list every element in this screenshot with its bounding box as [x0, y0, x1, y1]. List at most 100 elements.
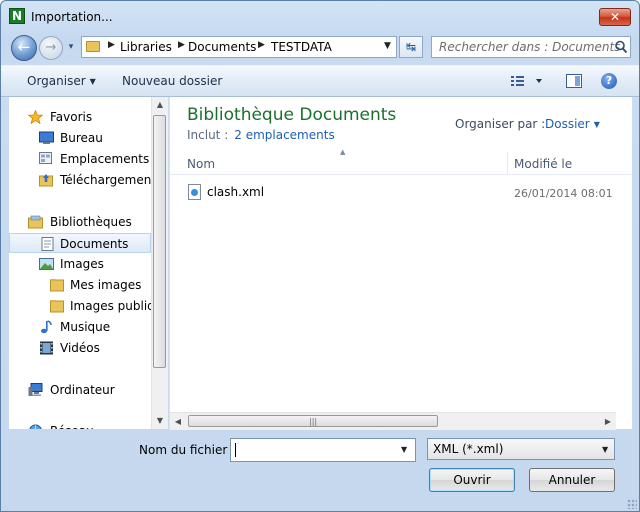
forward-button[interactable]: →: [39, 36, 63, 60]
scroll-right-arrow-icon[interactable]: ▶: [600, 413, 616, 430]
network-icon: [29, 424, 42, 429]
app-icon: N: [9, 8, 25, 24]
open-button[interactable]: Ouvrir: [429, 468, 515, 492]
chevron-down-icon[interactable]: ▼: [602, 445, 608, 454]
nav-item-label: Vidéos: [60, 341, 100, 355]
nav-item-my-pictures[interactable]: Mes images: [9, 275, 151, 295]
nav-item-label: Réseau: [50, 421, 94, 429]
file-type-select[interactable]: XML (*.xml) ▼: [427, 438, 615, 460]
nav-item-recent-places[interactable]: Emplacements récents: [9, 149, 151, 169]
nav-item-label: Images: [60, 257, 104, 271]
breadcrumb-testdata[interactable]: TESTDATA: [271, 40, 332, 54]
scroll-down-arrow-icon[interactable]: ▼: [152, 413, 168, 429]
cancel-button[interactable]: Annuler: [529, 468, 615, 492]
nav-item-computer[interactable]: Ordinateur: [9, 380, 151, 400]
nav-item-label: Téléchargements: [60, 173, 151, 187]
nav-item-label: Bureau: [60, 131, 103, 145]
file-modified-date: 26/01/2014 08:01: [514, 187, 613, 200]
address-bar[interactable]: ▶ Libraries ▶ Documents ▶ TESTDATA ▼: [81, 36, 397, 58]
window-title: Importation...: [31, 10, 113, 24]
breadcrumb-separator-icon[interactable]: ▶: [258, 40, 265, 50]
folder-icon: [50, 300, 64, 313]
includes-locations-link[interactable]: 2 emplacements: [234, 128, 334, 142]
folder-icon: [86, 41, 100, 52]
scroll-thumb[interactable]: [153, 115, 166, 368]
nav-item-public-pictures[interactable]: Images publiques: [9, 296, 151, 316]
new-folder-button[interactable]: Nouveau dossier: [122, 74, 222, 88]
title-bar[interactable]: N Importation... ✕: [1, 1, 639, 33]
nav-item-label: Musique: [60, 320, 111, 334]
documents-icon: [41, 237, 54, 251]
search-box[interactable]: Rechercher dans : Documents: [431, 36, 631, 58]
breadcrumb-documents[interactable]: Documents: [188, 40, 256, 54]
nav-item-favorites[interactable]: Favoris: [9, 107, 151, 127]
column-header-name[interactable]: Nom: [187, 157, 215, 171]
horizontal-scrollbar[interactable]: ◀ ||| ▶: [170, 412, 616, 430]
nav-item-label: Mes images: [70, 278, 142, 292]
xml-file-icon: [188, 184, 201, 200]
file-name: clash.xml: [207, 185, 265, 199]
search-input[interactable]: Rechercher dans : Documents: [439, 40, 621, 54]
file-list-pane: Bibliothèque Documents Inclut : 2 emplace…: [169, 97, 632, 430]
nav-item-music[interactable]: Musique: [9, 317, 151, 337]
search-icon[interactable]: [614, 40, 628, 54]
help-icon[interactable]: ?: [601, 73, 617, 89]
filename-label: Nom du fichier :: [139, 443, 236, 457]
nav-item-downloads[interactable]: Téléchargements: [9, 170, 151, 190]
recent-places-icon: [39, 152, 52, 164]
sort-ascending-icon: ▲: [340, 148, 346, 156]
organise-menu-button[interactable]: Organiser ▼: [27, 74, 96, 88]
nav-item-documents[interactable]: Documents: [9, 233, 151, 253]
nav-item-desktop[interactable]: Bureau: [9, 128, 151, 148]
nav-item-label: Bibliothèques: [50, 215, 132, 229]
videos-icon: [40, 341, 53, 355]
navigation-scrollbar[interactable]: ▲ ▼: [151, 97, 168, 429]
grip-icon: |||: [309, 417, 318, 426]
music-icon: [41, 320, 52, 334]
preview-pane-icon[interactable]: [566, 74, 582, 88]
nav-item-network[interactable]: Réseau: [9, 421, 151, 429]
filename-input[interactable]: [230, 438, 416, 462]
breadcrumb-separator-icon[interactable]: ▶: [178, 40, 185, 50]
text-caret: [235, 443, 236, 457]
scroll-left-arrow-icon[interactable]: ◀: [170, 413, 186, 430]
folder-icon: [50, 279, 64, 292]
nav-item-label: Emplacements récents: [60, 152, 151, 166]
navigation-pane: Favoris Bureau Emplacements récents Télé…: [9, 97, 151, 429]
nav-item-label: Documents: [60, 237, 129, 251]
chevron-down-icon[interactable]: ▼: [401, 445, 407, 454]
back-button[interactable]: ←: [11, 35, 37, 61]
chevron-down-icon[interactable]: ▼: [384, 41, 391, 51]
close-button[interactable]: ✕: [599, 8, 631, 26]
libraries-icon: [28, 215, 43, 229]
nav-item-label: Ordinateur: [50, 383, 115, 397]
command-toolbar: Organiser ▼ Nouveau dossier ?: [1, 65, 639, 97]
nav-item-libraries[interactable]: Bibliothèques: [9, 212, 151, 232]
horizontal-scroll-thumb[interactable]: |||: [188, 415, 438, 427]
library-includes: Inclut : 2 emplacements: [187, 128, 335, 142]
arrange-by-label: Organiser par :: [455, 117, 546, 131]
view-options-icon[interactable]: [509, 72, 543, 90]
arrange-by-dropdown[interactable]: Dossier ▼: [545, 117, 600, 131]
column-divider[interactable]: [507, 152, 508, 174]
file-type-value: XML (*.xml): [433, 442, 504, 456]
refresh-button[interactable]: ↹: [399, 36, 423, 58]
computer-icon: [28, 383, 43, 396]
breadcrumb-libraries[interactable]: Libraries: [120, 40, 172, 54]
nav-item-videos[interactable]: Vidéos: [9, 338, 151, 358]
downloads-icon: [39, 174, 53, 187]
desktop-icon: [39, 131, 54, 144]
column-header-modified[interactable]: Modifié le: [514, 157, 572, 171]
library-title: Bibliothèque Documents: [187, 105, 397, 125]
column-header-row: ▲ Nom Modifié le: [170, 148, 632, 175]
nav-item-pictures[interactable]: Images: [9, 254, 151, 274]
pictures-icon: [39, 258, 54, 270]
nav-item-label: Favoris: [50, 110, 93, 124]
includes-label: Inclut :: [187, 128, 229, 142]
file-open-dialog: N Importation... ✕ ← → ▾ ▶ Libraries ▶ D…: [0, 0, 640, 512]
breadcrumb-separator-icon[interactable]: ▶: [108, 40, 115, 50]
scroll-up-arrow-icon[interactable]: ▲: [152, 97, 168, 113]
file-row[interactable]: clash.xml 26/01/2014 08:01: [180, 183, 620, 203]
history-dropdown-icon[interactable]: ▾: [65, 41, 77, 53]
resize-grip-icon[interactable]: [627, 499, 637, 509]
